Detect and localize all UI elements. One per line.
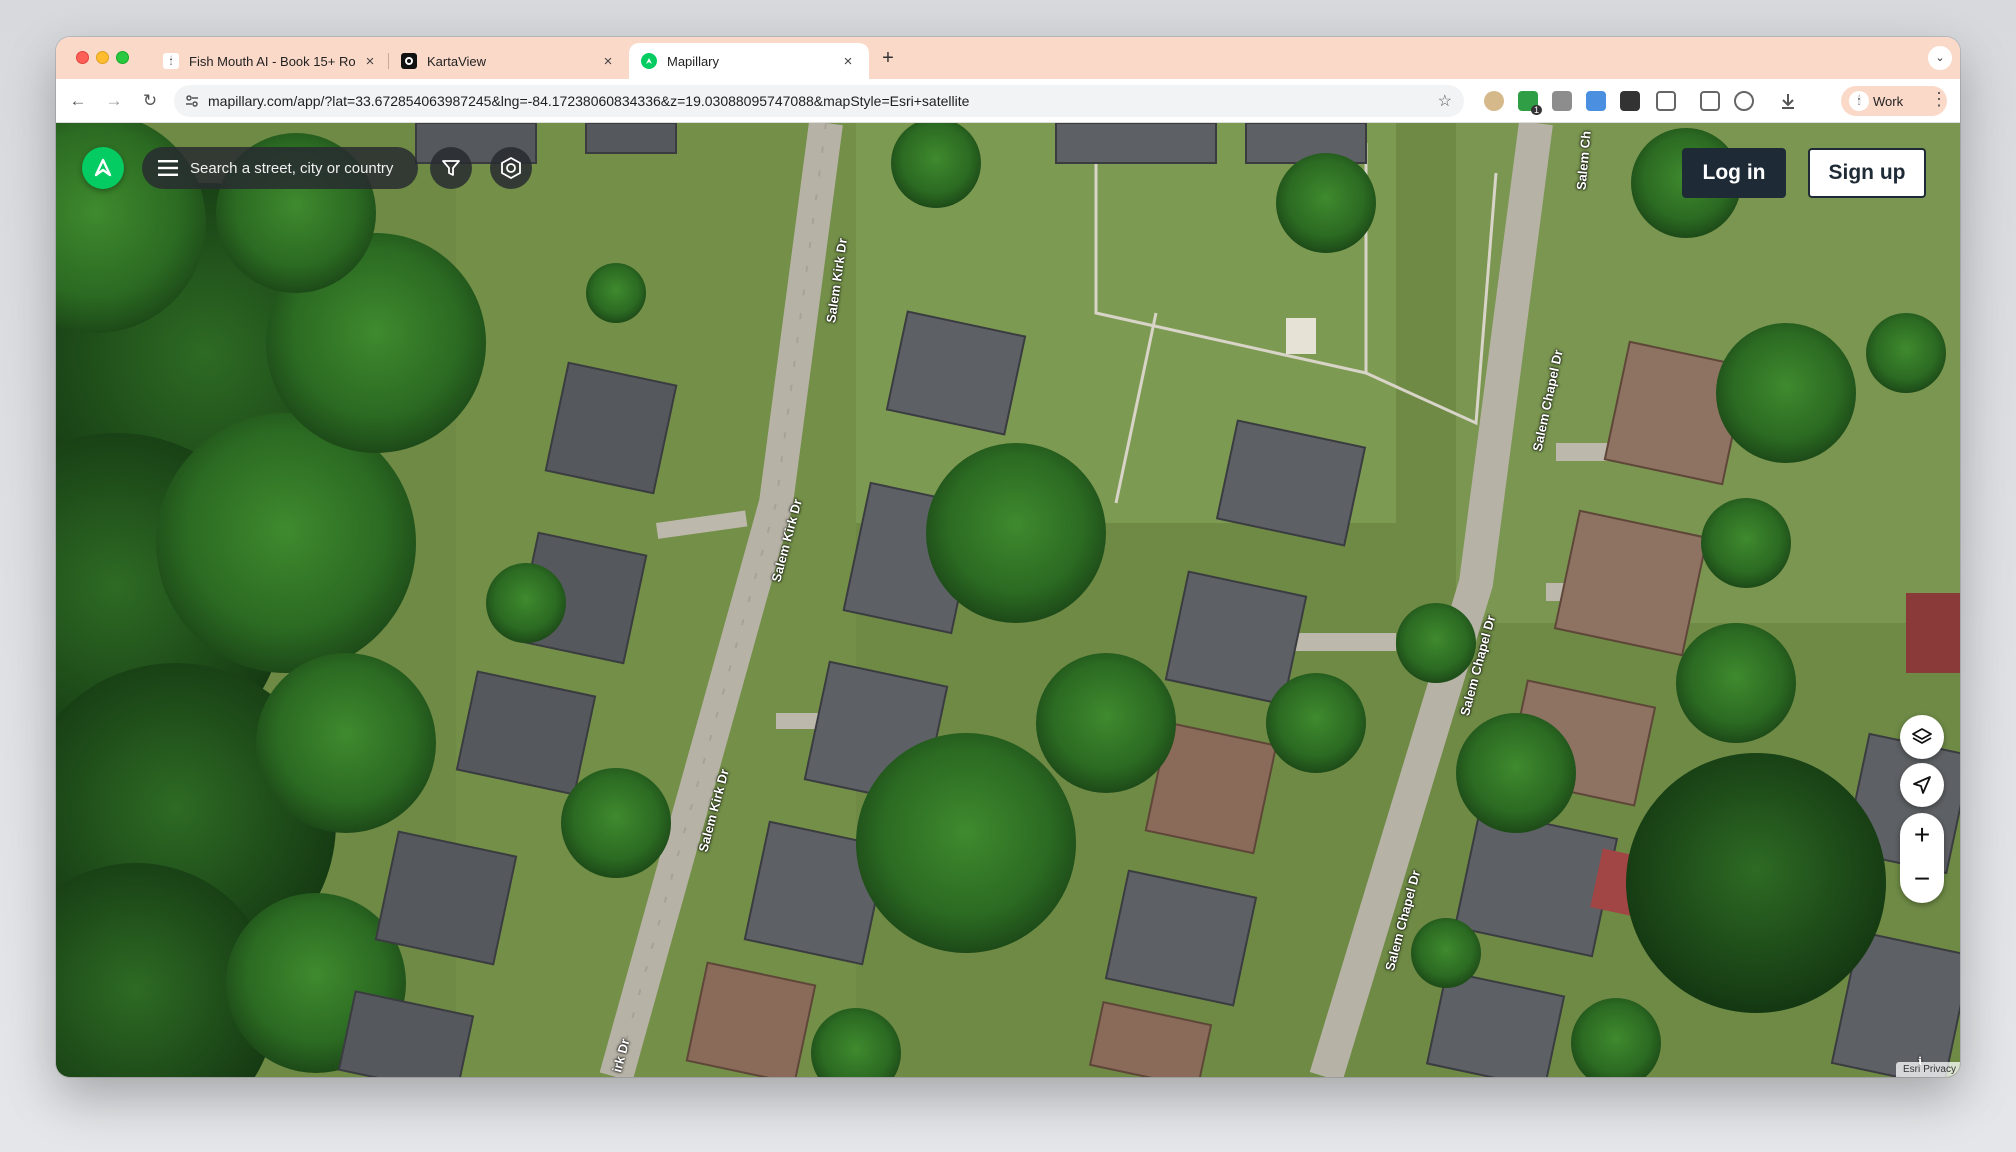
esri-attribution-link[interactable]: Esri — [1903, 1064, 1920, 1075]
window-close-button[interactable] — [76, 51, 89, 64]
address-bar[interactable]: mapillary.com/app/?lat=33.67285406398724… — [174, 85, 1464, 117]
tab-title: Mapillary — [667, 53, 720, 69]
browser-window: 🕯 Fish Mouth AI - Book 15+ Roo × KartaVi… — [56, 37, 1960, 1077]
mapillary-logo-icon — [94, 158, 112, 177]
browser-toolbar: ← → ↻ mapillary.com/app/?lat=33.67285406… — [56, 79, 1960, 123]
fishmouth-favicon-icon: 🕯 — [163, 53, 179, 69]
map-features-button[interactable] — [490, 147, 532, 189]
filter-button[interactable] — [430, 147, 472, 189]
search-bar[interactable]: Search a street, city or country — [142, 147, 418, 189]
hamburger-menu-icon[interactable] — [158, 160, 178, 176]
log-in-button[interactable]: Log in — [1682, 148, 1786, 198]
extension-shield-icon[interactable]: 1 — [1518, 91, 1542, 115]
zoom-out-button[interactable]: − — [1900, 857, 1944, 901]
window-minimize-button[interactable] — [96, 51, 109, 64]
search-placeholder: Search a street, city or country — [190, 159, 394, 177]
profile-avatar-icon: 🕯 — [1849, 91, 1869, 111]
privacy-link[interactable]: Privacy — [1923, 1064, 1956, 1075]
map-canvas[interactable]: Salem Kirk Dr Salem Kirk Dr Salem Kirk D… — [56, 123, 1960, 1077]
tab-mapillary[interactable]: Mapillary × — [629, 43, 869, 79]
layers-icon — [1912, 728, 1932, 744]
satellite-imagery — [56, 123, 1960, 1077]
mapillary-logo-button[interactable] — [82, 147, 124, 189]
url-text: mapillary.com/app/?lat=33.67285406398724… — [208, 93, 970, 109]
forward-button[interactable]: → — [102, 89, 126, 113]
profile-label: Work — [1873, 93, 1904, 109]
tab-close-icon[interactable]: × — [361, 53, 379, 70]
tab-search-chevron-icon[interactable]: ⌄ — [1928, 46, 1952, 70]
tab-kartaview[interactable]: KartaView × — [388, 43, 629, 79]
filter-icon — [442, 160, 460, 176]
extension-cookie-icon[interactable] — [1484, 91, 1504, 111]
new-tab-button[interactable]: + — [876, 47, 900, 71]
map-attribution: Esri Privacy — [1895, 1062, 1960, 1077]
link-icon[interactable] — [1734, 91, 1754, 111]
tab-strip: 🕯 Fish Mouth AI - Book 15+ Roo × KartaVi… — [56, 37, 1960, 79]
zoom-in-button[interactable]: + — [1900, 813, 1944, 857]
hexagon-traffic-sign-icon — [501, 156, 521, 180]
tab-title: Fish Mouth AI - Book 15+ Roo — [189, 53, 355, 69]
download-icon[interactable] — [1778, 91, 1798, 111]
mapillary-favicon-icon — [641, 53, 657, 69]
extension-t-icon[interactable] — [1552, 91, 1572, 111]
layers-button[interactable] — [1900, 715, 1944, 759]
extensions-puzzle-icon[interactable] — [1656, 91, 1676, 111]
reading-mode-icon[interactable] — [1700, 91, 1720, 111]
extension-flag-icon[interactable] — [1620, 91, 1640, 111]
bookmark-star-icon[interactable]: ☆ — [1438, 91, 1452, 111]
tab-title: KartaView — [427, 53, 487, 69]
back-button[interactable]: ← — [66, 89, 90, 113]
reload-button[interactable]: ↻ — [138, 89, 162, 113]
tab-fish-mouth[interactable]: 🕯 Fish Mouth AI - Book 15+ Roo × — [151, 43, 391, 79]
window-maximize-button[interactable] — [116, 51, 129, 64]
navigation-arrow-icon — [1913, 776, 1931, 794]
site-settings-icon[interactable] — [184, 93, 200, 112]
kartaview-favicon-icon — [401, 53, 417, 69]
browser-menu-icon[interactable]: ⋮ — [1930, 89, 1948, 110]
extension-badge: 1 — [1530, 105, 1542, 115]
tab-close-icon[interactable]: × — [599, 53, 617, 70]
zoom-control: + − — [1900, 813, 1944, 903]
sign-up-button[interactable]: Sign up — [1808, 148, 1926, 198]
locate-me-button[interactable] — [1900, 763, 1944, 807]
extension-puzzle-blue-icon[interactable] — [1586, 91, 1606, 111]
tab-close-icon[interactable]: × — [839, 53, 857, 70]
